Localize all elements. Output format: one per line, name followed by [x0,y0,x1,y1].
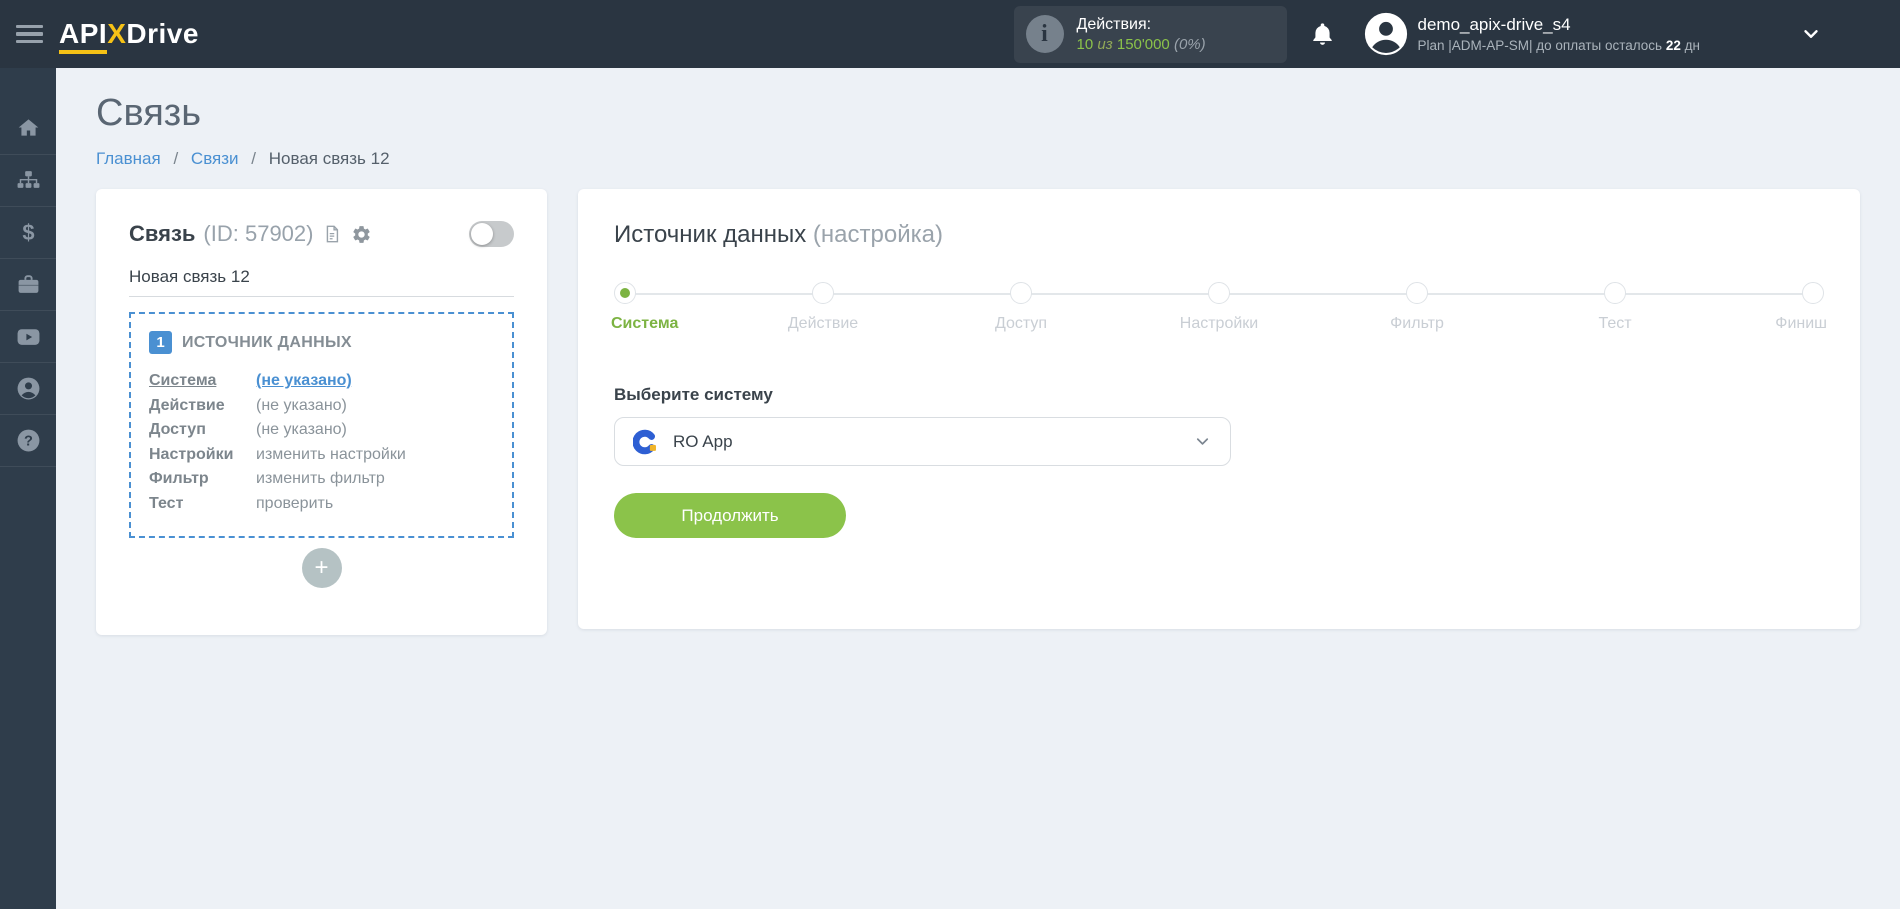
briefcase-icon [18,275,38,293]
user-account[interactable]: demo_apix-drive_s4 Plan |ADM-AP-SM| до о… [1363,11,1701,57]
system-select-label: Выберите систему [614,385,773,404]
sidebar-item-video[interactable] [0,311,56,363]
summary-row-settings: Настройки изменить настройки [149,443,494,468]
logo-api: API [59,18,108,54]
row-label: Настройки [149,445,234,463]
step-finish[interactable]: Финиш [1775,282,1827,332]
svg-text:?: ? [24,434,33,450]
logo-x: X [107,18,127,49]
home-icon [18,119,38,136]
dollar-icon: $ [22,220,34,245]
row-value: проверить [256,494,334,512]
row-value: (не указано) [256,421,347,438]
step-access[interactable]: Доступ [995,282,1047,332]
sidebar-item-services[interactable] [0,259,56,311]
step-circle[interactable] [1406,282,1428,304]
link-card-title: Связь [129,221,196,246]
row-value: (не указано) [256,396,347,414]
ro-app-logo-icon [633,429,656,454]
avatar-icon [1364,12,1407,56]
sidebar-item-home[interactable] [0,103,56,155]
link-name-input[interactable] [129,267,514,297]
step-test[interactable]: Тест [1598,282,1632,332]
actions-usage: 10 из 150'000 (0%) [1076,35,1206,53]
summary-row-test: Тест проверить [149,492,494,517]
logo-drive: Drive [126,18,199,49]
link-enable-toggle[interactable] [469,221,514,247]
summary-row-access: Доступ (не указано) [149,418,494,443]
source-card-title: Источник данных [614,221,807,248]
selected-system-name: RO App [673,431,733,451]
row-label[interactable]: Система [149,369,256,394]
step-number-badge: 1 [149,331,172,354]
notifications-bell-icon[interactable] [1309,19,1336,49]
step-circle[interactable] [1802,282,1824,304]
link-id: (ID: 57902) [203,221,314,246]
row-value: изменить настройки [256,445,406,463]
step-action[interactable]: Действие [788,282,858,332]
actions-counter[interactable]: i Действия: 10 из 150'000 (0%) [1013,5,1287,63]
info-icon: i [1025,15,1064,53]
step-circle[interactable] [812,282,834,304]
step-filter[interactable]: Фильтр [1390,282,1444,332]
top-navbar: APIXDrive i Действия: 10 из 150'000 (0%)… [0,0,1900,68]
step-circle[interactable] [1604,282,1626,304]
sidebar-item-connections[interactable] [0,155,56,207]
breadcrumb-current: Новая связь 12 [268,149,390,168]
sitemap-icon [17,171,39,188]
main-content: Связь Главная / Связи / Новая связь 12 С… [56,68,1900,909]
user-plan: Plan |ADM-AP-SM| до оплаты осталось 22 д… [1417,38,1701,53]
step-circle[interactable] [1010,282,1032,304]
person-icon [17,377,39,400]
page-title: Связь [96,92,202,134]
summary-row-action: Действие (не указано) [149,394,494,419]
add-step-button[interactable]: + [301,548,342,588]
row-label: Доступ [149,421,206,438]
sidebar-nav: $ ? [0,68,56,909]
hamburger-menu-icon[interactable] [16,21,43,48]
step-circle[interactable] [614,282,636,304]
actions-text: Действия: 10 из 150'000 (0%) [1077,16,1206,53]
summary-row-filter: Фильтр изменить фильтр [149,467,494,492]
notes-icon[interactable] [322,224,342,244]
sidebar-item-billing[interactable]: $ [0,207,56,259]
breadcrumb-links[interactable]: Связи [191,149,239,168]
system-select[interactable]: RO App [614,417,1231,466]
source-card-header: Источник данных (настройка) [614,221,1824,249]
svg-text:$: $ [22,220,34,245]
help-icon: ? [17,429,39,452]
breadcrumb: Главная / Связи / Новая связь 12 [96,149,390,168]
link-summary-card: Связь (ID: 57902) Новая связь 12 1 ИСТОЧ… [96,189,547,635]
data-source-section-title: ИСТОЧНИК ДАННЫХ [182,333,352,351]
row-value-link[interactable]: (не указано) [256,369,352,394]
actions-label: Действия: [1076,15,1152,33]
select-chevron-down-icon [1193,432,1212,451]
source-card-subtitle: (настройка) [812,221,943,248]
step-settings[interactable]: Настройки [1180,282,1258,332]
sidebar-item-help[interactable]: ? [0,415,56,467]
breadcrumb-home[interactable]: Главная [96,149,161,168]
user-info: demo_apix-drive_s4 Plan |ADM-AP-SM| до о… [1418,15,1701,53]
gear-icon[interactable] [351,224,372,245]
user-name: demo_apix-drive_s4 [1417,15,1571,34]
row-label: Фильтр [149,470,209,487]
summary-row-system: Система (не указано) [149,369,494,394]
sidebar-item-account[interactable] [0,363,56,415]
step-circle[interactable] [1208,282,1230,304]
setup-stepper: Система Действие Доступ Настройки Фильтр… [611,282,1827,338]
data-source-summary[interactable]: 1 ИСТОЧНИК ДАННЫХ Система (не указано) Д… [129,312,514,538]
step-system[interactable]: Система [611,282,678,332]
continue-button[interactable]: Продолжить [614,493,846,538]
youtube-icon [17,329,39,345]
apix-drive-logo[interactable]: APIXDrive [59,18,199,54]
row-label: Тест [149,494,184,512]
row-value: изменить фильтр [256,470,385,487]
row-label: Действие [149,396,225,414]
data-source-setup-card: Источник данных (настройка) Система Дейс… [578,189,1860,629]
topbar-chevron-down-icon[interactable] [1800,23,1822,45]
